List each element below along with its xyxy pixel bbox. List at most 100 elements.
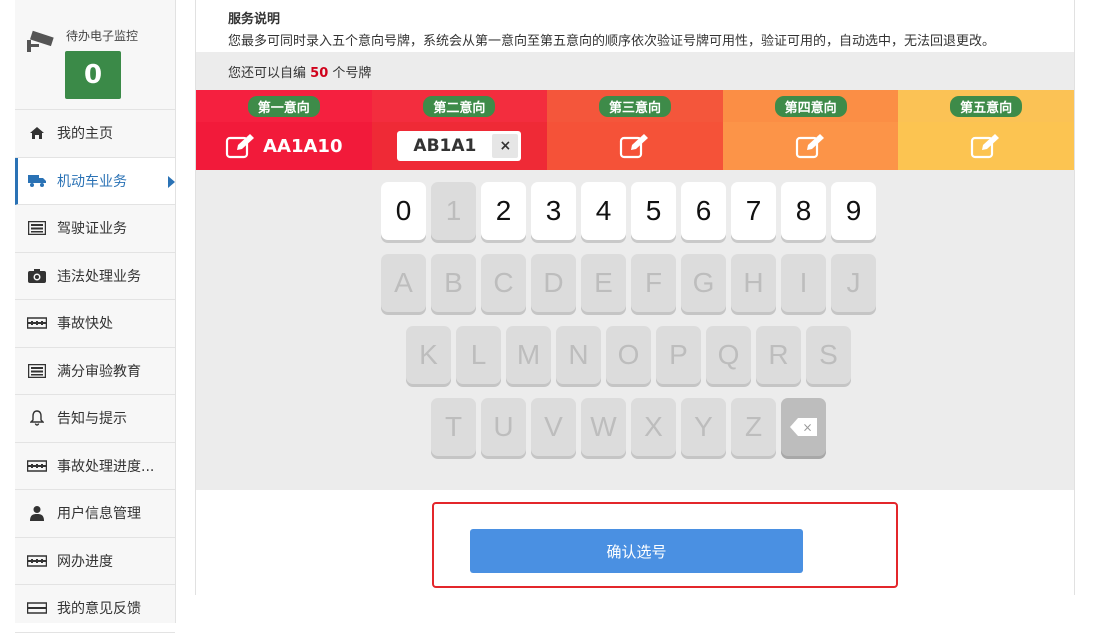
sidebar-item-education[interactable]: 满分审验教育: [15, 348, 175, 395]
key-9[interactable]: 9: [831, 182, 876, 240]
monitor-widget[interactable]: 待办电子监控 0: [15, 0, 175, 110]
confirm-selection-button[interactable]: 确认选号: [470, 529, 803, 573]
sidebar-item-label: 我的主页: [57, 126, 113, 143]
edit-icon: [619, 134, 648, 159]
plate-slot-3[interactable]: 第三意向: [547, 90, 723, 170]
key-w: W: [581, 398, 626, 456]
key-0[interactable]: 0: [381, 182, 426, 240]
clear-input-button[interactable]: ×: [492, 134, 519, 158]
surveillance-camera-icon: [27, 30, 54, 52]
plate-input-value: AB1A1: [413, 136, 477, 156]
key-e: E: [581, 254, 626, 312]
quota-text: 您还可以自编 50 个号牌: [196, 52, 1074, 90]
key-p: P: [656, 326, 701, 384]
key-8[interactable]: 8: [781, 182, 826, 240]
list-card-icon: [27, 363, 47, 379]
edit-icon: [971, 134, 1000, 159]
backspace-key[interactable]: ×: [781, 398, 826, 456]
monitor-count-badge[interactable]: 0: [65, 51, 121, 99]
active-arrow-icon: [168, 175, 175, 188]
key-c: C: [481, 254, 526, 312]
plate-slots: 第一意向 AA1A10 第二意向 AB1A1 × 第三意向 第四意向 第五意向: [196, 90, 1074, 170]
sidebar-item-accident-progress[interactable]: 事故处理进度...: [15, 443, 175, 490]
bell-icon: [27, 410, 47, 426]
keyboard-row-a-j: ABCDEFGHIJ: [381, 254, 881, 312]
key-t: T: [431, 398, 476, 456]
sidebar-item-label: 网办进度: [57, 553, 113, 570]
key-v: V: [531, 398, 576, 456]
plate-input[interactable]: AB1A1 ×: [397, 131, 522, 161]
key-3[interactable]: 3: [531, 182, 576, 240]
plate-slot-label: 第三意向: [598, 96, 671, 117]
key-r: R: [756, 326, 801, 384]
plate-slot-label: 第四意向: [774, 96, 847, 117]
plate-slot-2[interactable]: 第二意向 AB1A1 ×: [371, 90, 548, 170]
keyboard-row-t-z: T U V W X Y Z ×: [431, 398, 831, 456]
key-5[interactable]: 5: [631, 182, 676, 240]
key-d: D: [531, 254, 576, 312]
user-icon: [27, 505, 47, 522]
key-y: Y: [681, 398, 726, 456]
service-info: 服务说明 您最多可同时录入五个意向号牌，系统会从第一意向至第五意向的顺序依次验证…: [196, 0, 1074, 52]
sidebar-item-label: 机动车业务: [57, 173, 127, 190]
key-f: F: [631, 254, 676, 312]
service-info-title: 服务说明: [228, 12, 281, 27]
key-h: H: [731, 254, 776, 312]
key-q: Q: [706, 326, 751, 384]
feedback-icon: [27, 600, 47, 616]
sidebar-item-label: 用户信息管理: [57, 506, 141, 523]
key-7[interactable]: 7: [731, 182, 776, 240]
sidebar-item-home[interactable]: 我的主页: [15, 110, 175, 158]
key-s: S: [806, 326, 851, 384]
sidebar-item-online-progress[interactable]: 网办进度: [15, 538, 175, 585]
key-4[interactable]: 4: [581, 182, 626, 240]
plate-selection-panel: 服务说明 您最多可同时录入五个意向号牌，系统会从第一意向至第五意向的顺序依次验证…: [195, 0, 1075, 595]
edit-icon: [795, 134, 824, 159]
action-area: 确认选号: [196, 490, 1074, 595]
edit-icon: [226, 134, 255, 159]
plate-slot-label: 第一意向: [247, 96, 320, 117]
key-u: U: [481, 398, 526, 456]
key-n: N: [556, 326, 601, 384]
sidebar-item-violation[interactable]: 违法处理业务: [15, 253, 175, 300]
key-1: 1: [431, 182, 476, 240]
sidebar-item-label: 驾驶证业务: [57, 221, 127, 238]
key-x: X: [631, 398, 676, 456]
monitor-label: 待办电子监控: [66, 29, 139, 43]
keyboard-row-digits: 0123456789: [381, 182, 881, 240]
sidebar-item-label: 我的意见反馈: [57, 601, 141, 618]
sidebar-item-vehicle[interactable]: 机动车业务: [15, 157, 175, 205]
key-o: O: [606, 326, 651, 384]
sidebar-item-label: 事故快处: [57, 316, 113, 333]
plate-keyboard: 0123456789 ABCDEFGHIJ KLMNOPQRS T U V W X Y Z ×: [196, 170, 1074, 490]
sidebar-item-notice[interactable]: 告知与提示: [15, 395, 175, 443]
plate-slot-label: 第五意向: [950, 96, 1023, 117]
plate-value: AA1A10: [263, 135, 343, 157]
sidebar-item-user-info[interactable]: 用户信息管理: [15, 490, 175, 538]
key-l: L: [456, 326, 501, 384]
service-info-desc: 您最多可同时录入五个意向号牌，系统会从第一意向至第五意向的顺序依次验证号牌可用性…: [228, 34, 996, 49]
key-a: A: [381, 254, 426, 312]
key-g: G: [681, 254, 726, 312]
quota-suffix: 个号牌: [332, 66, 372, 81]
confirm-highlight-box: 确认选号: [432, 502, 898, 588]
sidebar-item-feedback[interactable]: 我的意见反馈: [15, 585, 175, 633]
key-6[interactable]: 6: [681, 182, 726, 240]
key-i: I: [781, 254, 826, 312]
sidebar-item-license[interactable]: 驾驶证业务: [15, 205, 175, 253]
home-icon: [27, 125, 47, 141]
camera-icon: [27, 268, 47, 284]
plate-slot-1[interactable]: 第一意向 AA1A10: [196, 90, 372, 170]
selection-area: 您还可以自编 50 个号牌 第一意向 AA1A10 第二意向 AB1A1 × 第…: [196, 52, 1074, 490]
ticket-icon: [27, 553, 47, 569]
quota-count: 50: [310, 66, 329, 81]
ticket-icon: [27, 458, 47, 474]
key-z: Z: [731, 398, 776, 456]
keyboard-row-k-s: KLMNOPQRS: [406, 326, 856, 384]
sidebar-item-label: 违法处理业务: [57, 268, 141, 285]
sidebar-item-quick-accident[interactable]: 事故快处: [15, 300, 175, 348]
plate-slot-5[interactable]: 第五意向: [898, 90, 1074, 170]
plate-slot-4[interactable]: 第四意向: [722, 90, 899, 170]
key-2[interactable]: 2: [481, 182, 526, 240]
key-k: K: [406, 326, 451, 384]
